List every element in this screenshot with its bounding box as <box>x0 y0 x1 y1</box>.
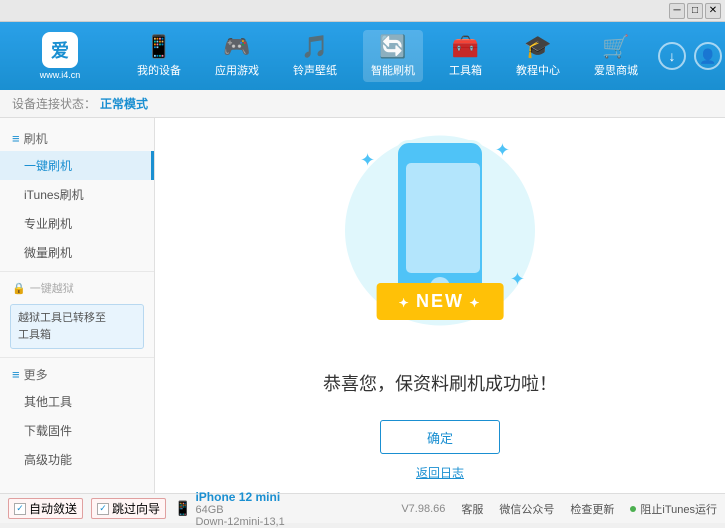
sparkle-1-icon: ✦ <box>360 150 375 171</box>
device-info: 📱 iPhone 12 mini 64GB Down-12mini-13,1 <box>174 490 285 528</box>
device-firmware: Down-12mini-13,1 <box>195 516 284 528</box>
version-text: V7.98.66 <box>401 503 445 515</box>
device-details: iPhone 12 mini 64GB Down-12mini-13,1 <box>195 490 284 528</box>
wechat-link[interactable]: 微信公众号 <box>499 501 554 517</box>
smart-flash-icon: 🔄 <box>379 34 406 60</box>
ringtones-icon: 🎵 <box>301 34 328 60</box>
nav-apps-games[interactable]: 🎮 应用游戏 <box>207 30 267 82</box>
new-banner: NEW <box>377 283 504 320</box>
apps-games-icon: 🎮 <box>223 34 250 60</box>
sidebar-item-other-tools[interactable]: 其他工具 <box>0 387 154 416</box>
bottom-left: ✓ 自动敛送 ✓ 跳过向导 📱 iPhone 12 mini 64GB Down… <box>8 490 401 528</box>
status-bar: 设备连接状态： 正常模式 <box>0 90 725 118</box>
check-update-link[interactable]: 检查更新 <box>570 501 614 517</box>
flash-section-label: 刷机 <box>24 130 48 147</box>
logo-icon: 爱 <box>42 32 78 68</box>
sidebar-item-save-flash[interactable]: 微量刷机 <box>0 238 154 267</box>
confirm-button[interactable]: 确定 <box>380 420 500 454</box>
device-storage: 64GB <box>195 504 284 516</box>
my-device-icon: 📱 <box>145 34 172 60</box>
tutorials-label: 教程中心 <box>516 62 560 78</box>
success-text: 恭喜您，保资料刷机成功啦！ <box>323 370 557 396</box>
sidebar-item-one-click-flash[interactable]: 一键刷机 <box>0 151 154 180</box>
jailbreak-label: 一键越狱 <box>30 280 74 296</box>
sidebar-divider-1 <box>0 271 154 272</box>
toolbox-icon: 🧰 <box>452 34 479 60</box>
nav-store[interactable]: 🛒 爱思商城 <box>586 30 646 82</box>
sidebar-item-pro-flash[interactable]: 专业刷机 <box>0 209 154 238</box>
auto-dismiss-label: 自动敛送 <box>29 500 77 517</box>
status-value: 正常模式 <box>100 95 148 112</box>
phone-screen <box>406 163 480 273</box>
nav-tutorials[interactable]: 🎓 教程中心 <box>508 30 568 82</box>
sidebar-note-text: 越狱工具已转移至 工具箱 <box>18 312 106 341</box>
ringtones-label: 铃声壁纸 <box>293 62 337 78</box>
green-dot-icon <box>630 506 636 512</box>
bottom-right: V7.98.66 客服 微信公众号 检查更新 阻止iTunes运行 <box>401 501 717 517</box>
header: 爱 www.i4.cn 📱 我的设备 🎮 应用游戏 🎵 铃声壁纸 🔄 智能刷机 … <box>0 22 725 90</box>
lock-icon: 🔒 <box>12 282 26 295</box>
sparkle-2-icon: ✦ <box>495 140 510 161</box>
skip-wizard-check: ✓ <box>97 503 109 515</box>
sidebar-item-itunes-flash[interactable]: iTunes刷机 <box>0 180 154 209</box>
skip-wizard-label: 跳过向导 <box>112 500 160 517</box>
more-section-icon: ≡ <box>12 367 20 382</box>
sidebar-sub-jailbreak: 🔒 一键越狱 <box>0 276 154 300</box>
nav-ringtones[interactable]: 🎵 铃声壁纸 <box>285 30 345 82</box>
support-link[interactable]: 客服 <box>461 501 483 517</box>
toolbox-label: 工具箱 <box>449 62 482 78</box>
nav-my-device[interactable]: 📱 我的设备 <box>129 30 189 82</box>
sidebar-section-flash: ≡ 刷机 <box>0 126 154 151</box>
content-area: ✦ ✦ ✦ NEW 恭喜您，保资料刷机成功啦！ 确定 返回日志 <box>155 118 725 493</box>
go-back-link[interactable]: 返回日志 <box>416 464 464 481</box>
title-bar: ─ □ ✕ <box>0 0 725 22</box>
sidebar: ≡ 刷机 一键刷机 iTunes刷机 专业刷机 微量刷机 🔒 一键越狱 越狱工具… <box>0 118 155 493</box>
nav-bar: 📱 我的设备 🎮 应用游戏 🎵 铃声壁纸 🔄 智能刷机 🧰 工具箱 🎓 教程中心… <box>120 30 655 82</box>
main-area: ≡ 刷机 一键刷机 iTunes刷机 专业刷机 微量刷机 🔒 一键越狱 越狱工具… <box>0 118 725 493</box>
sidebar-item-download-firmware[interactable]: 下载固件 <box>0 416 154 445</box>
download-btn[interactable]: ↓ <box>658 42 686 70</box>
maximize-btn[interactable]: □ <box>687 3 703 19</box>
itunes-status-label: 阻止iTunes运行 <box>640 501 717 517</box>
more-section-label: 更多 <box>24 366 48 383</box>
auto-dismiss-checkbox[interactable]: ✓ 自动敛送 <box>8 498 83 519</box>
itunes-status: 阻止iTunes运行 <box>630 501 717 517</box>
flash-section-icon: ≡ <box>12 131 20 146</box>
logo-url: www.i4.cn <box>40 70 81 80</box>
store-icon: 🛒 <box>602 34 629 60</box>
close-btn[interactable]: ✕ <box>705 3 721 19</box>
logo-area: 爱 www.i4.cn <box>0 32 120 80</box>
status-label: 设备连接状态： <box>12 95 96 112</box>
sparkle-3-icon: ✦ <box>510 269 525 290</box>
my-device-label: 我的设备 <box>137 62 181 78</box>
auto-dismiss-check: ✓ <box>14 503 26 515</box>
sidebar-note-jailbreak: 越狱工具已转移至 工具箱 <box>10 304 144 349</box>
sidebar-item-advanced[interactable]: 高级功能 <box>0 445 154 474</box>
bottom-bar: ✓ 自动敛送 ✓ 跳过向导 📱 iPhone 12 mini 64GB Down… <box>0 493 725 523</box>
nav-smart-flash[interactable]: 🔄 智能刷机 <box>363 30 423 82</box>
nav-toolbox[interactable]: 🧰 工具箱 <box>441 30 490 82</box>
header-right: ↓ 👤 <box>655 42 725 70</box>
skip-wizard-checkbox[interactable]: ✓ 跳过向导 <box>91 498 166 519</box>
sidebar-divider-2 <box>0 357 154 358</box>
device-name: iPhone 12 mini <box>195 490 284 504</box>
store-label: 爱思商城 <box>594 62 638 78</box>
success-illustration: ✦ ✦ ✦ NEW <box>330 130 550 350</box>
smart-flash-label: 智能刷机 <box>371 62 415 78</box>
account-btn[interactable]: 👤 <box>694 42 722 70</box>
sidebar-section-more: ≡ 更多 <box>0 362 154 387</box>
minimize-btn[interactable]: ─ <box>669 3 685 19</box>
tutorials-icon: 🎓 <box>524 34 551 60</box>
apps-games-label: 应用游戏 <box>215 62 259 78</box>
device-phone-icon: 📱 <box>174 500 191 517</box>
